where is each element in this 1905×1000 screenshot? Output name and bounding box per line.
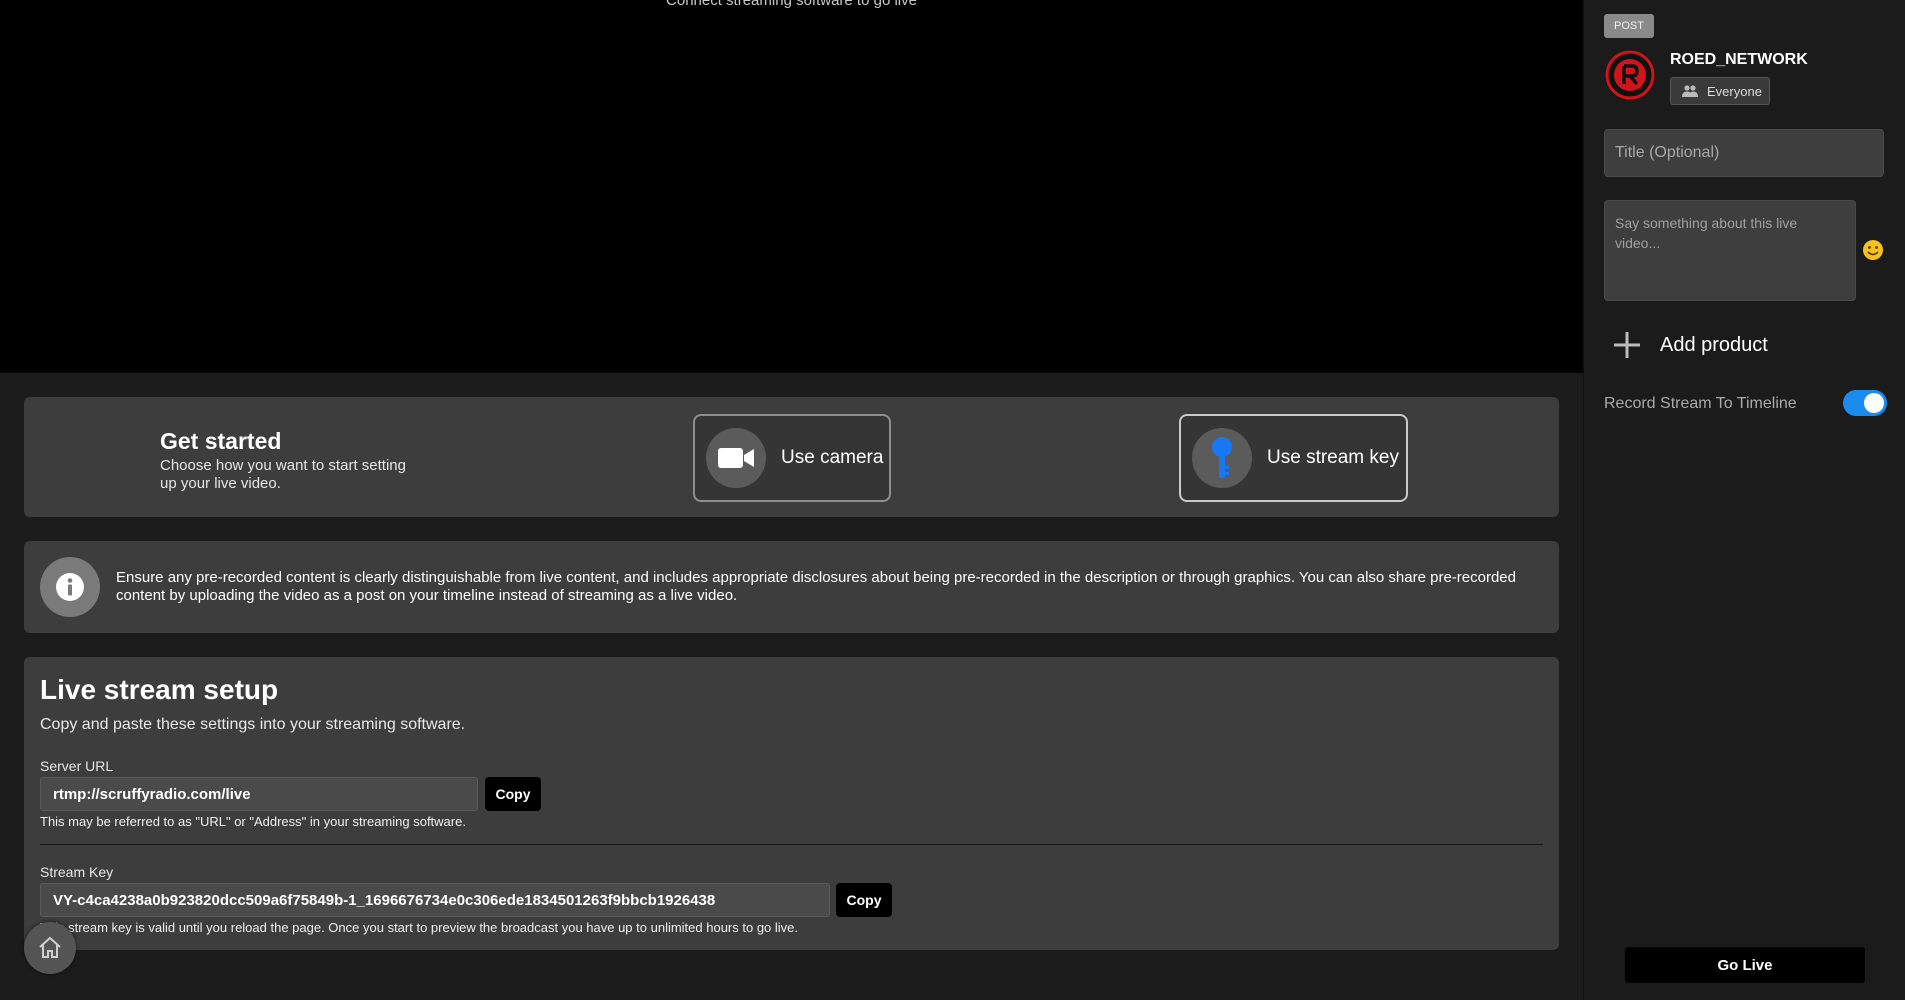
roed-logo-icon — [1605, 50, 1655, 100]
get-started-card: Get started Choose how you want to start… — [24, 397, 1559, 517]
main-content: Connect streaming software to go live Ge… — [0, 0, 1583, 1000]
people-icon — [1682, 85, 1698, 97]
emoji-icon[interactable] — [1862, 239, 1884, 261]
prerecorded-info-text: Ensure any pre-recorded content is clear… — [116, 569, 1516, 604]
title-input[interactable] — [1604, 129, 1884, 177]
copy-server-url-button[interactable]: Copy — [485, 777, 541, 811]
get-started-title: Get started — [160, 428, 282, 454]
video-camera-icon — [706, 428, 766, 488]
use-stream-key-button[interactable]: Use stream key — [1179, 414, 1408, 502]
preview-message: Connect streaming software to go live — [666, 0, 917, 9]
post-badge: POST — [1604, 14, 1654, 38]
home-button[interactable] — [24, 922, 76, 974]
stream-key-label: Stream Key — [40, 864, 114, 880]
use-camera-label: Use camera — [781, 447, 884, 468]
home-icon — [39, 936, 61, 958]
setup-subtitle: Copy and paste these settings into your … — [40, 716, 466, 733]
setup-title: Live stream setup — [40, 674, 279, 705]
server-url-help: This may be referred to as "URL" or "Add… — [40, 814, 466, 829]
stream-key-help: This stream key is valid until you reloa… — [40, 920, 799, 935]
audience-selector[interactable]: Everyone — [1670, 77, 1770, 105]
use-stream-key-label: Use stream key — [1267, 447, 1399, 468]
plus-icon — [1614, 332, 1640, 358]
prerecorded-info-card: Ensure any pre-recorded content is clear… — [24, 541, 1559, 633]
record-stream-toggle[interactable] — [1843, 390, 1887, 416]
video-preview: Connect streaming software to go live — [0, 0, 1583, 373]
server-url-field[interactable]: rtmp://scruffyradio.com/live — [40, 777, 478, 811]
divider — [40, 844, 1543, 845]
key-icon — [1192, 428, 1252, 488]
audience-label: Everyone — [1707, 83, 1762, 99]
add-product-label: Add product — [1660, 333, 1768, 356]
post-sidebar: POST ROED_NETWORK Everyone Add product R… — [1583, 0, 1905, 1000]
get-started-subtitle: Choose how you want to start setting up … — [160, 457, 406, 492]
use-camera-button[interactable]: Use camera — [693, 414, 891, 502]
description-input[interactable] — [1604, 200, 1856, 301]
record-stream-label: Record Stream To Timeline — [1604, 395, 1797, 412]
toggle-knob — [1864, 393, 1884, 413]
add-product-button[interactable]: Add product — [1612, 330, 1768, 360]
server-url-label: Server URL — [40, 758, 114, 774]
go-live-button[interactable]: Go Live — [1625, 947, 1865, 983]
profile-name: ROED_NETWORK — [1670, 51, 1808, 68]
stream-key-field[interactable]: VY-c4ca4238a0b923820dcc509a6f75849b-1_16… — [40, 883, 830, 917]
live-stream-setup-card: Live stream setup Copy and paste these s… — [24, 657, 1559, 950]
avatar — [1605, 50, 1655, 100]
copy-stream-key-button[interactable]: Copy — [836, 883, 892, 917]
info-icon — [40, 557, 100, 617]
